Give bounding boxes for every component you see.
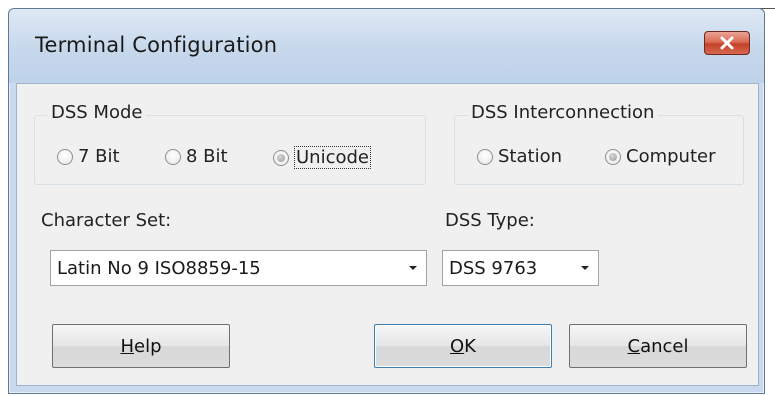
chevron-down-icon: [409, 266, 417, 270]
radio-8bit-label: 8 Bit: [186, 146, 228, 167]
ok-label-rest: K: [464, 335, 476, 357]
radio-7bit[interactable]: 7 Bit: [57, 146, 120, 167]
dss-mode-group: DSS Mode 7 Bit 8 Bit Unicode: [34, 102, 426, 185]
dropdown-arrow[interactable]: [572, 265, 598, 271]
radio-8bit[interactable]: 8 Bit: [165, 146, 228, 167]
dss-interconnection-group: DSS Interconnection Station Computer: [454, 102, 744, 185]
title-bar[interactable]: Terminal Configuration: [9, 9, 764, 83]
character-set-value: Latin No 9 ISO8859-15: [57, 257, 261, 279]
ok-mnemonic: O: [450, 335, 465, 357]
character-set-dropdown[interactable]: Latin No 9 ISO8859-15: [50, 250, 427, 286]
chevron-down-icon: [581, 266, 589, 270]
radio-unicode-circle[interactable]: [273, 149, 289, 166]
window-title: Terminal Configuration: [35, 33, 278, 57]
dss-type-dropdown[interactable]: DSS 9763: [442, 250, 599, 286]
dss-type-value: DSS 9763: [449, 257, 538, 279]
radio-unicode[interactable]: Unicode: [273, 146, 371, 169]
help-button[interactable]: Help: [52, 324, 230, 368]
character-set-label: Character Set:: [41, 210, 172, 231]
dss-type-label: DSS Type:: [445, 210, 535, 231]
radio-computer[interactable]: Computer: [605, 146, 715, 167]
radio-unicode-label: Unicode: [294, 146, 371, 169]
dss-interconnection-group-title: DSS Interconnection: [467, 102, 659, 123]
radio-computer-circle[interactable]: [605, 148, 621, 165]
radio-station-circle[interactable]: [477, 148, 493, 165]
help-label-rest: elp: [134, 335, 162, 357]
cancel-mnemonic: C: [627, 335, 641, 357]
cancel-button[interactable]: Cancel: [569, 324, 747, 368]
dialog-client-area: DSS Mode 7 Bit 8 Bit Unicode DSS Interco…: [16, 83, 759, 386]
close-icon: [720, 36, 734, 50]
cancel-label-rest: ancel: [640, 335, 689, 357]
help-mnemonic: H: [120, 335, 135, 357]
radio-7bit-label: 7 Bit: [78, 146, 120, 167]
radio-station[interactable]: Station: [477, 146, 562, 167]
dss-mode-group-title: DSS Mode: [47, 102, 147, 123]
terminal-configuration-dialog: Terminal Configuration DSS Mode 7 Bit 8 …: [8, 8, 765, 394]
close-button[interactable]: [704, 31, 750, 55]
radio-8bit-circle[interactable]: [165, 148, 181, 165]
dropdown-arrow[interactable]: [400, 265, 426, 271]
ok-button[interactable]: OK: [374, 324, 552, 368]
radio-computer-label: Computer: [626, 146, 716, 167]
radio-station-label: Station: [498, 146, 562, 167]
radio-7bit-circle[interactable]: [57, 148, 73, 165]
